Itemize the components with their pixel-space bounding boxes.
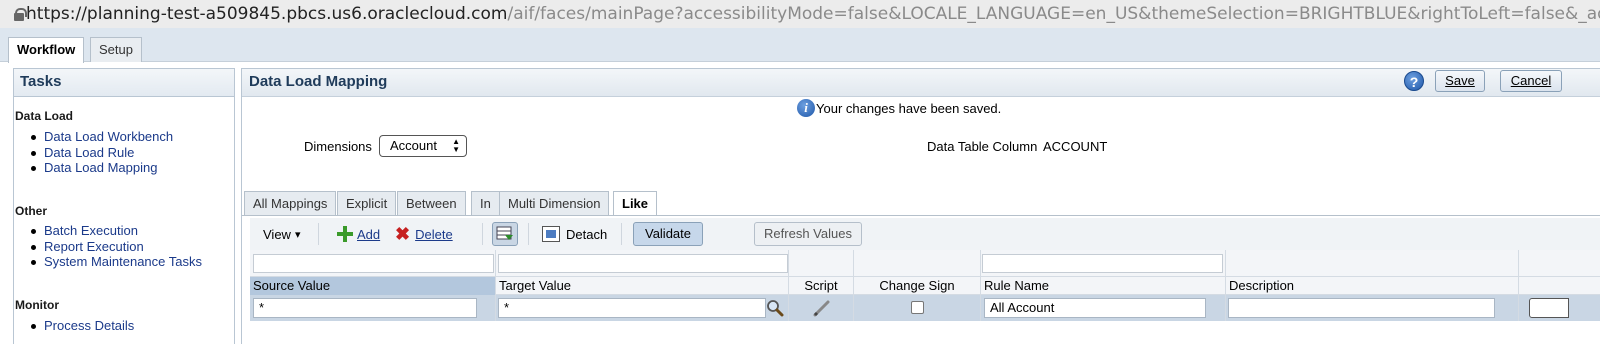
add-button-label: Add bbox=[357, 226, 381, 242]
task-list-other: Batch Execution Report Execution System … bbox=[31, 223, 202, 270]
column-header-script[interactable]: Script bbox=[789, 277, 853, 295]
column-divider bbox=[853, 250, 854, 321]
extra-column-input[interactable] bbox=[1529, 298, 1569, 318]
task-link-data-load-rule[interactable]: Data Load Rule bbox=[30, 145, 173, 161]
data-table-column-value: ACCOUNT bbox=[1043, 139, 1108, 154]
toolbar-separator bbox=[528, 223, 529, 245]
rule-name-input[interactable]: All Account bbox=[984, 298, 1206, 318]
column-header-rule-name[interactable]: Rule Name bbox=[981, 277, 1225, 295]
edit-script-icon[interactable] bbox=[812, 299, 832, 317]
task-list-data-load: Data Load Workbench Data Load Rule Data … bbox=[30, 129, 173, 176]
chevron-down-icon: ▾ bbox=[294, 228, 301, 241]
add-icon bbox=[337, 226, 353, 242]
tab-workflow[interactable]: Workflow bbox=[8, 37, 85, 63]
url-path: /aif/faces/mainPage?accessibilityMode=fa… bbox=[507, 4, 1600, 24]
delete-button-label: Delete bbox=[415, 226, 453, 242]
tab-divider bbox=[242, 215, 1600, 216]
tab-multi-dimension[interactable]: Multi Dimension bbox=[499, 191, 610, 215]
delete-button[interactable]: ✖ Delete bbox=[395, 218, 453, 250]
table-row[interactable]: * * All Account bbox=[250, 295, 1600, 321]
data-load-mapping-panel: Data Load Mapping ? Save Cancel i Your c… bbox=[241, 68, 1600, 345]
detach-button-label: Detach bbox=[566, 226, 608, 242]
tab-setup[interactable]: Setup bbox=[90, 37, 142, 62]
task-link-report-execution[interactable]: Report Execution bbox=[31, 239, 202, 255]
query-by-example-icon bbox=[492, 222, 518, 246]
page-title: Data Load Mapping bbox=[249, 73, 388, 90]
data-table-column-label: Data Table Column bbox=[927, 139, 1038, 154]
task-list-monitor: Process Details bbox=[30, 318, 134, 334]
column-divider bbox=[980, 250, 981, 321]
refresh-values-button[interactable]: Refresh Values bbox=[754, 222, 862, 246]
toolbar-separator bbox=[318, 223, 319, 245]
view-menu-label: View bbox=[263, 226, 291, 242]
task-link-data-load-mapping[interactable]: Data Load Mapping bbox=[30, 160, 173, 176]
select-arrows-icon: ▲ ▼ bbox=[452, 137, 460, 154]
top-tab-bar: Workflow Setup bbox=[0, 28, 1600, 63]
dimensions-select-value: Account bbox=[390, 138, 437, 153]
tab-like[interactable]: Like bbox=[613, 191, 658, 216]
url-host: https://planning-test-a509845.pbcs.us6.o… bbox=[26, 4, 508, 24]
source-value-input[interactable]: * bbox=[253, 298, 477, 318]
toolbar-separator bbox=[482, 223, 483, 245]
tasks-title: Tasks bbox=[14, 69, 234, 97]
task-group-heading-monitor: Monitor bbox=[15, 298, 59, 312]
task-link-process-details[interactable]: Process Details bbox=[30, 318, 134, 334]
description-input[interactable] bbox=[1228, 298, 1495, 318]
dimensions-select[interactable]: Account ▲ ▼ bbox=[379, 135, 467, 157]
add-button[interactable]: Add bbox=[337, 218, 380, 250]
task-link-system-maintenance-tasks[interactable]: System Maintenance Tasks bbox=[31, 254, 202, 270]
tab-all-mappings[interactable]: All Mappings bbox=[244, 191, 337, 215]
cancel-button-label: Cancel bbox=[1510, 73, 1552, 88]
view-menu[interactable]: View ▾ bbox=[263, 218, 300, 250]
change-sign-checkbox[interactable] bbox=[911, 301, 924, 314]
tab-explicit[interactable]: Explicit bbox=[337, 191, 397, 215]
validate-button[interactable]: Validate bbox=[633, 222, 703, 246]
status-message-text: Your changes have been saved. bbox=[816, 100, 1002, 116]
filter-row bbox=[250, 250, 1600, 277]
column-divider bbox=[788, 250, 789, 321]
browser-url-bar[interactable]: https://planning-test-a509845.pbcs.us6.o… bbox=[0, 0, 1600, 28]
source-value-filter-input[interactable] bbox=[253, 254, 494, 273]
column-divider bbox=[1518, 250, 1519, 321]
status-message: i Your changes have been saved. bbox=[797, 99, 1001, 117]
tab-between[interactable]: Between bbox=[397, 191, 466, 215]
column-divider bbox=[1225, 250, 1226, 321]
target-value-filter-input[interactable] bbox=[498, 254, 788, 273]
column-header-target-value[interactable]: Target Value bbox=[496, 277, 788, 295]
target-value-input[interactable]: * bbox=[498, 298, 766, 318]
tab-in[interactable]: In bbox=[471, 191, 500, 215]
column-divider bbox=[495, 250, 496, 321]
save-button-label: Save bbox=[1445, 73, 1475, 88]
cancel-button[interactable]: Cancel bbox=[1500, 70, 1562, 92]
task-link-data-load-workbench[interactable]: Data Load Workbench bbox=[30, 129, 173, 145]
task-link-batch-execution[interactable]: Batch Execution bbox=[31, 223, 202, 239]
dimensions-label: Dimensions bbox=[304, 139, 372, 154]
task-group-heading-other: Other bbox=[15, 204, 48, 218]
column-header-description[interactable]: Description bbox=[1226, 277, 1516, 295]
detach-icon bbox=[542, 226, 560, 242]
help-icon[interactable]: ? bbox=[1404, 71, 1424, 91]
save-button[interactable]: Save bbox=[1435, 70, 1485, 92]
mapping-table: Source Value Target Value Script Change … bbox=[250, 250, 1600, 345]
rule-name-filter-input[interactable] bbox=[982, 254, 1223, 273]
main-header: Data Load Mapping ? Save Cancel bbox=[242, 69, 1600, 97]
column-header-change-sign[interactable]: Change Sign bbox=[854, 277, 980, 295]
task-group-heading-data-load: Data Load bbox=[15, 109, 74, 123]
tasks-panel: Tasks Data Load Data Load Workbench Data… bbox=[13, 68, 235, 344]
info-icon: i bbox=[797, 99, 815, 117]
delete-icon: ✖ bbox=[395, 224, 411, 244]
column-header-source-value[interactable]: Source Value bbox=[250, 277, 495, 295]
mapping-toolbar: View ▾ Add ✖ Delete Detach Validate Refr… bbox=[250, 218, 1600, 250]
query-by-example-button[interactable] bbox=[492, 218, 518, 250]
detach-button[interactable]: Detach bbox=[542, 218, 607, 250]
toolbar-separator bbox=[621, 223, 622, 245]
search-icon[interactable] bbox=[766, 299, 784, 317]
table-header-row: Source Value Target Value Script Change … bbox=[250, 277, 1600, 295]
